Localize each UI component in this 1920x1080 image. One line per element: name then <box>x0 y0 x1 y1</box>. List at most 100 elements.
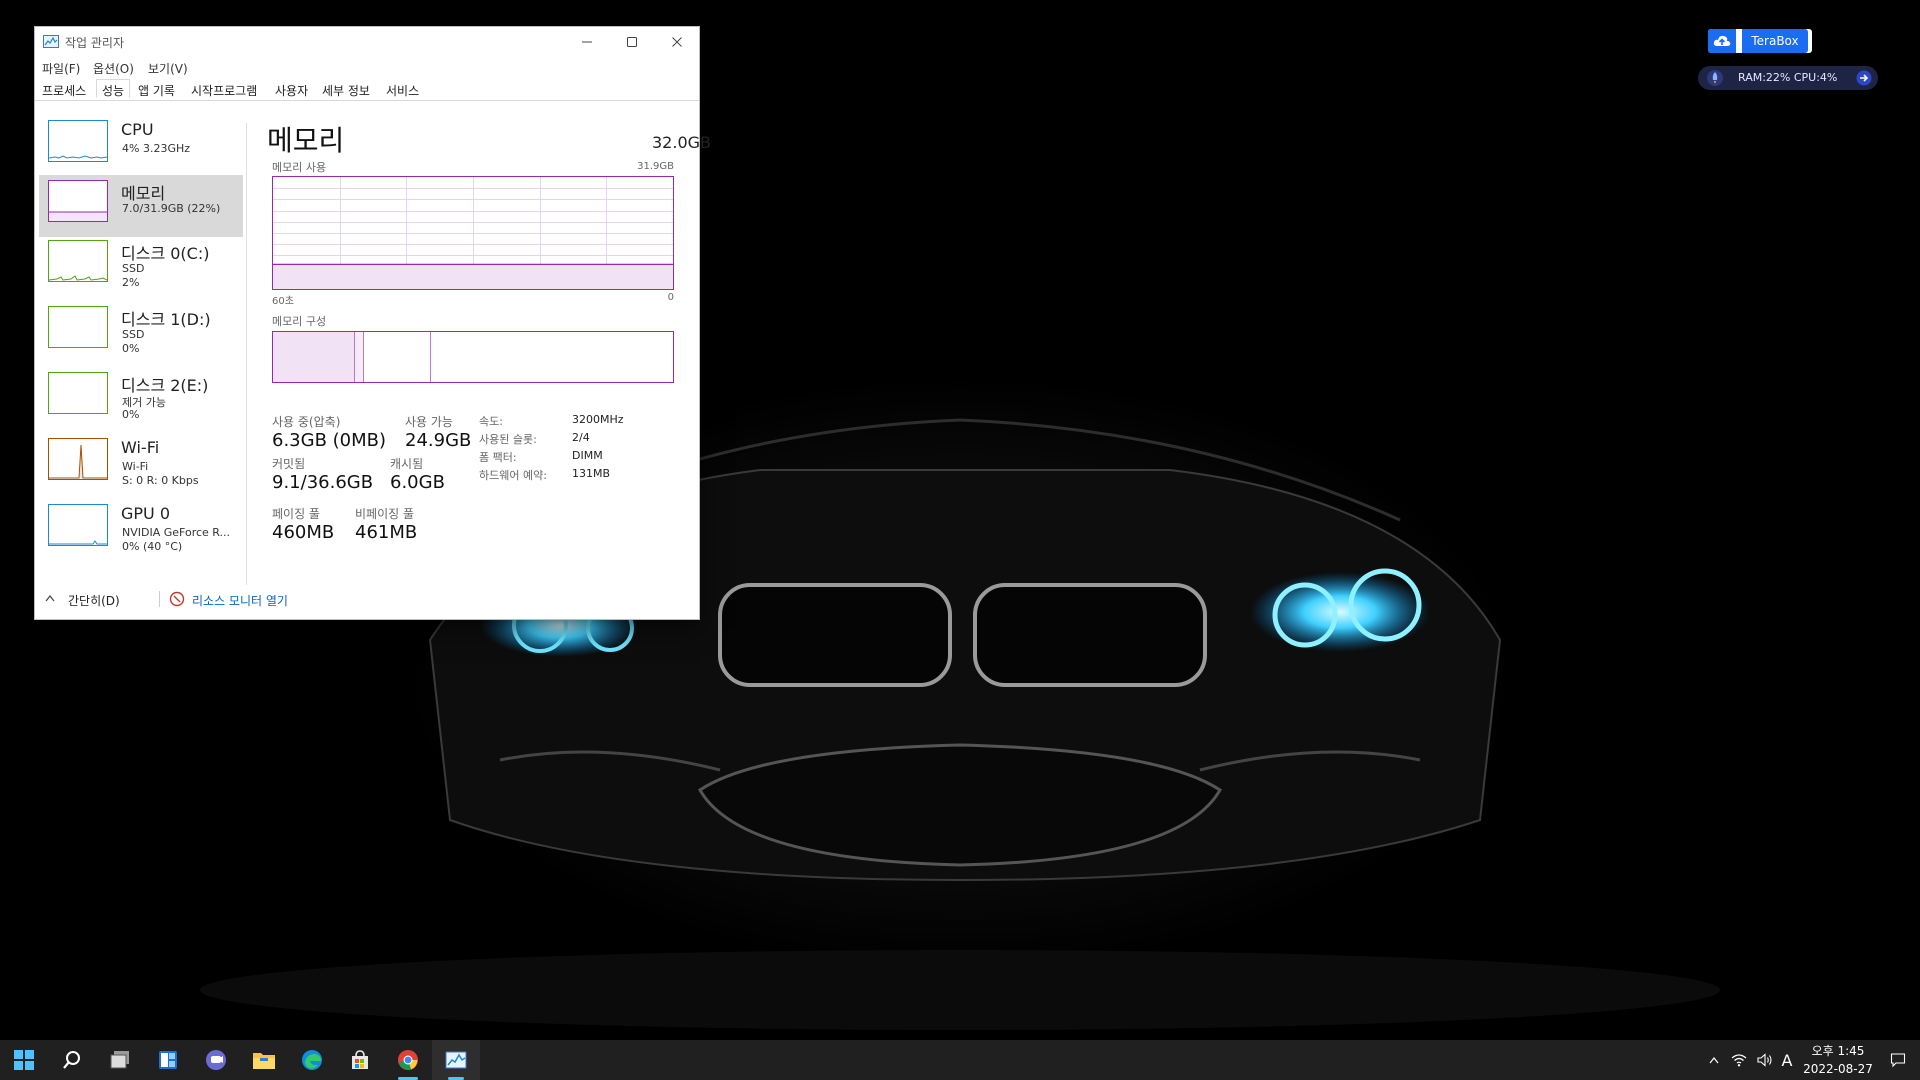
fewer-details-button[interactable]: 간단히(D) <box>68 592 120 609</box>
gpu-thumbnail-graph <box>48 504 108 546</box>
maximize-icon <box>626 37 637 47</box>
available-label: 사용 가능 <box>405 415 453 429</box>
segment-divider <box>363 332 364 382</box>
clock[interactable]: 오후 1:45 2022-08-27 <box>1796 1042 1880 1078</box>
cpu-thumbnail-graph <box>48 120 108 162</box>
terabox-widget[interactable]: TeraBox <box>1708 29 1812 53</box>
file-explorer-button[interactable] <box>240 1040 288 1080</box>
sidebar-item-name: GPU 0 <box>121 504 171 523</box>
volume-button[interactable] <box>1752 1040 1778 1080</box>
in-use-label: 사용 중(압축) <box>272 415 341 429</box>
menu-file[interactable]: 파일(F) <box>42 60 80 77</box>
memory-composition-bar <box>272 331 674 383</box>
memory-usage-label: 메모리 사용 <box>272 161 327 174</box>
task-view-button[interactable] <box>96 1040 144 1080</box>
show-hidden-icons-button[interactable] <box>1702 1040 1726 1080</box>
speed-value: 3200MHz <box>572 413 624 426</box>
ram-cpu-text: RAM:22% CPU:4% <box>1738 71 1838 84</box>
teams-chat-button[interactable] <box>192 1040 240 1080</box>
sidebar-item-disk-0[interactable]: 디스크 0(C:) SSD 2% <box>39 235 243 297</box>
sidebar-item-detail: 0% (40 °C) <box>122 540 183 553</box>
sidebar-item-detail: S: 0 R: 0 Kbps <box>122 474 199 487</box>
sidebar-item-name: 디스크 0(C:) <box>121 244 210 263</box>
resource-monitor-icon <box>169 591 185 607</box>
edge-icon <box>302 1050 322 1070</box>
tab-startup[interactable]: 시작프로그램 <box>191 82 257 99</box>
chevron-up-icon[interactable] <box>45 594 55 602</box>
teams-chat-icon <box>206 1050 226 1070</box>
tab-users[interactable]: 사용자 <box>275 82 308 99</box>
memory-total: 32.0GB <box>652 133 711 152</box>
open-resource-monitor-link[interactable]: 리소스 모니터 열기 <box>192 592 288 609</box>
cloud-icon <box>1708 29 1736 53</box>
sidebar-item-detail: 2% <box>122 276 140 289</box>
window-footer: 간단히(D) 리소스 모니터 열기 <box>35 581 699 617</box>
hardware-reserved-value: 131MB <box>572 467 611 480</box>
segment-divider <box>430 332 431 382</box>
sidebar-item-gpu-0[interactable]: GPU 0 NVIDIA GeForce R... 0% (40 °C) <box>39 499 243 561</box>
chrome-button[interactable] <box>384 1040 432 1080</box>
task-manager-window: 작업 관리자 파일(F) 옵션(O) 보기(V) 프로세스 성능 앱 기록 시작… <box>34 26 711 620</box>
tab-performance[interactable]: 성능 <box>96 79 131 98</box>
task-manager-taskbar-button[interactable] <box>432 1040 480 1080</box>
page-title: 메모리 <box>267 124 345 157</box>
sidebar-item-disk-2[interactable]: 디스크 2(E:) 제거 가능 0% <box>39 367 243 429</box>
store-button[interactable] <box>336 1040 384 1080</box>
performance-sidebar: CPU 4% 3.23GHz 메모리 7.0/31.9GB (22%) 디스크 … <box>35 115 243 585</box>
tab-bar: 프로세스 성능 앱 기록 시작프로그램 사용자 세부 정보 서비스 <box>35 79 699 101</box>
tab-app-history[interactable]: 앱 기록 <box>138 82 175 99</box>
disk-2-thumbnail-graph <box>48 372 108 414</box>
sidebar-item-memory[interactable]: 메모리 7.0/31.9GB (22%) <box>39 175 243 237</box>
notification-icon <box>1890 1053 1906 1068</box>
terabox-label: TeraBox <box>1742 29 1808 53</box>
title-bar[interactable]: 작업 관리자 <box>35 27 699 57</box>
notification-center-button[interactable] <box>1882 1040 1914 1080</box>
wifi-icon <box>1731 1054 1747 1067</box>
sidebar-item-detail: 0% <box>122 408 140 421</box>
start-button[interactable] <box>0 1040 48 1080</box>
search-button[interactable] <box>48 1040 96 1080</box>
modified-segment <box>355 332 363 382</box>
tab-details[interactable]: 세부 정보 <box>322 82 370 99</box>
sidebar-item-type: NVIDIA GeForce R... <box>122 526 231 539</box>
speed-label: 속도: <box>479 415 503 428</box>
graph-time-start: 60초 <box>272 296 294 307</box>
chrome-icon <box>398 1050 418 1070</box>
arrow-right-icon[interactable] <box>1856 70 1872 86</box>
input-indicator[interactable]: A <box>1778 1040 1796 1080</box>
minimize-button[interactable] <box>564 27 609 57</box>
tab-services[interactable]: 서비스 <box>386 82 419 99</box>
disk-0-thumbnail-graph <box>48 240 108 282</box>
minimize-icon <box>581 41 592 43</box>
widgets-icon <box>159 1051 177 1069</box>
rocket-icon <box>1707 70 1723 86</box>
memory-usage-max: 31.9GB <box>637 161 674 172</box>
sidebar-item-cpu[interactable]: CPU 4% 3.23GHz <box>39 115 243 177</box>
sidebar-item-type: SSD <box>122 262 145 275</box>
ram-cpu-monitor-widget[interactable]: RAM:22% CPU:4% <box>1698 66 1878 90</box>
maximize-button[interactable] <box>609 27 654 57</box>
store-icon <box>352 1050 368 1069</box>
usage-fill-area <box>273 264 673 289</box>
tab-processes[interactable]: 프로세스 <box>42 82 86 99</box>
memory-composition-label: 메모리 구성 <box>272 315 327 328</box>
hardware-reserved-label: 하드웨어 예약: <box>479 469 547 482</box>
close-button[interactable] <box>654 27 699 57</box>
sidebar-item-wifi[interactable]: Wi-Fi Wi-Fi S: 0 R: 0 Kbps <box>39 433 243 495</box>
network-button[interactable] <box>1726 1040 1752 1080</box>
form-factor-label: 폼 팩터: <box>479 451 517 464</box>
footer-divider <box>159 591 160 607</box>
memory-thumbnail-graph <box>48 180 108 222</box>
clock-time: 오후 1:45 <box>1811 1044 1865 1058</box>
memory-usage-graph <box>272 176 674 290</box>
committed-value: 9.1/36.6GB <box>272 472 374 493</box>
menu-options[interactable]: 옵션(O) <box>93 60 134 77</box>
menu-view[interactable]: 보기(V) <box>148 60 188 77</box>
non-paged-pool-value: 461MB <box>355 522 418 543</box>
sidebar-item-disk-1[interactable]: 디스크 1(D:) SSD 0% <box>39 301 243 363</box>
edge-button[interactable] <box>288 1040 336 1080</box>
sidebar-item-type: SSD <box>122 328 145 341</box>
widgets-button[interactable] <box>144 1040 192 1080</box>
sidebar-item-name: CPU <box>121 120 154 139</box>
in-use-value: 6.3GB (0MB) <box>272 430 387 451</box>
